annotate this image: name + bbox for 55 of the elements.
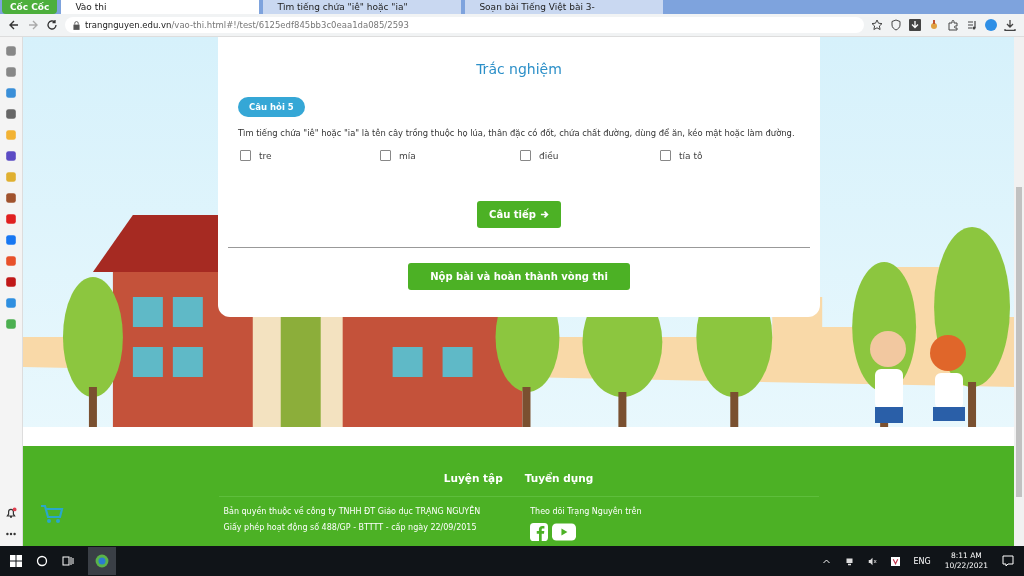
profile-avatar-icon[interactable]	[985, 19, 997, 31]
url-host: trangnguyen.edu.vn	[85, 20, 172, 30]
input-language[interactable]: ENG	[913, 556, 931, 566]
facebook-icon[interactable]	[530, 523, 549, 541]
sidebar-app-icon[interactable]	[5, 192, 17, 204]
network-icon[interactable]	[844, 556, 854, 566]
answer-checkbox[interactable]	[240, 150, 251, 161]
browser-taskbar-icon[interactable]	[88, 547, 116, 575]
task-view-icon[interactable]	[62, 555, 74, 567]
answer-option[interactable]: tre	[259, 150, 272, 161]
address-bar[interactable]: trangnguyen.edu.vn/vao-thi.html#!/test/6125edf845bb3c0eaa1da085/2593	[65, 17, 864, 33]
youtube-icon[interactable]	[552, 523, 577, 541]
browser-tab[interactable]: Tìm tiếng chứa "iê" hoặc "ia"	[263, 0, 462, 14]
downloads-icon[interactable]	[1004, 19, 1016, 31]
sidebar-app-icon[interactable]	[5, 234, 17, 246]
lock-icon	[73, 20, 80, 30]
answer-checkbox[interactable]	[380, 150, 391, 161]
browser-tab[interactable]: Soạn bài Tiếng Việt bài 3-	[465, 0, 664, 14]
tray-app-icon[interactable]	[890, 556, 900, 566]
sidebar-app-icon[interactable]	[5, 87, 17, 99]
speaker-icon[interactable]	[867, 556, 877, 566]
sidebar-app-icon[interactable]	[5, 213, 17, 225]
star-icon[interactable]	[871, 19, 883, 31]
answer-option[interactable]: tía tô	[679, 150, 703, 161]
answer-option[interactable]: điều	[539, 150, 559, 161]
sidebar-app-icon[interactable]	[5, 276, 17, 288]
sidebar-app-icon[interactable]	[5, 150, 17, 162]
question-number-badge: Câu hỏi 5	[238, 97, 305, 117]
back-icon[interactable]	[8, 19, 20, 31]
sidebar-app-icon[interactable]	[5, 318, 17, 330]
shield-icon[interactable]	[890, 19, 902, 31]
sidebar-app-icon[interactable]	[5, 45, 17, 57]
download-icon[interactable]	[909, 19, 921, 31]
license-text: Giấy phép hoạt động số 488/GP - BTTTT - cấp ngày 22/09/2015	[223, 523, 478, 532]
reload-icon[interactable]	[46, 19, 58, 31]
answer-option[interactable]: mía	[399, 150, 416, 161]
sidebar-app-icon[interactable]	[5, 255, 17, 267]
answer-checkbox[interactable]	[660, 150, 671, 161]
url-path: /vao-thi.html#!/test/6125edf845bb3c0eaa1da085/2593	[171, 20, 409, 30]
bell-icon[interactable]	[5, 507, 17, 519]
arrow-right-icon	[539, 210, 549, 219]
copyright-text: Bản quyền thuộc về công ty TNHH ĐT Giáo dục TRẠNG NGUYÊN	[223, 507, 481, 516]
sidebar-app-icon[interactable]	[5, 297, 17, 309]
question-text: Tìm tiếng chứa "iê" hoặc "ia" là tên cây trồng thuộc họ lúa, thân đặc có đốt, chứa chất đường, dùng để ăn, kéo mật hoặc làm đường.	[238, 127, 795, 140]
windows-start-icon[interactable]	[10, 555, 22, 567]
puzzle-icon[interactable]	[947, 19, 959, 31]
follow-text: Theo dõi Trạng Nguyên trên	[530, 507, 642, 516]
playlist-icon[interactable]	[966, 19, 978, 31]
quiz-title: Trắc nghiệm	[475, 61, 563, 77]
search-icon[interactable]	[36, 555, 48, 567]
notification-icon[interactable]	[1002, 555, 1014, 567]
answer-checkbox[interactable]	[520, 150, 531, 161]
sidebar-app-icon[interactable]	[5, 108, 17, 120]
sidebar-app-icon[interactable]	[5, 66, 17, 78]
browser-tab[interactable]: Vào thi	[61, 0, 260, 14]
